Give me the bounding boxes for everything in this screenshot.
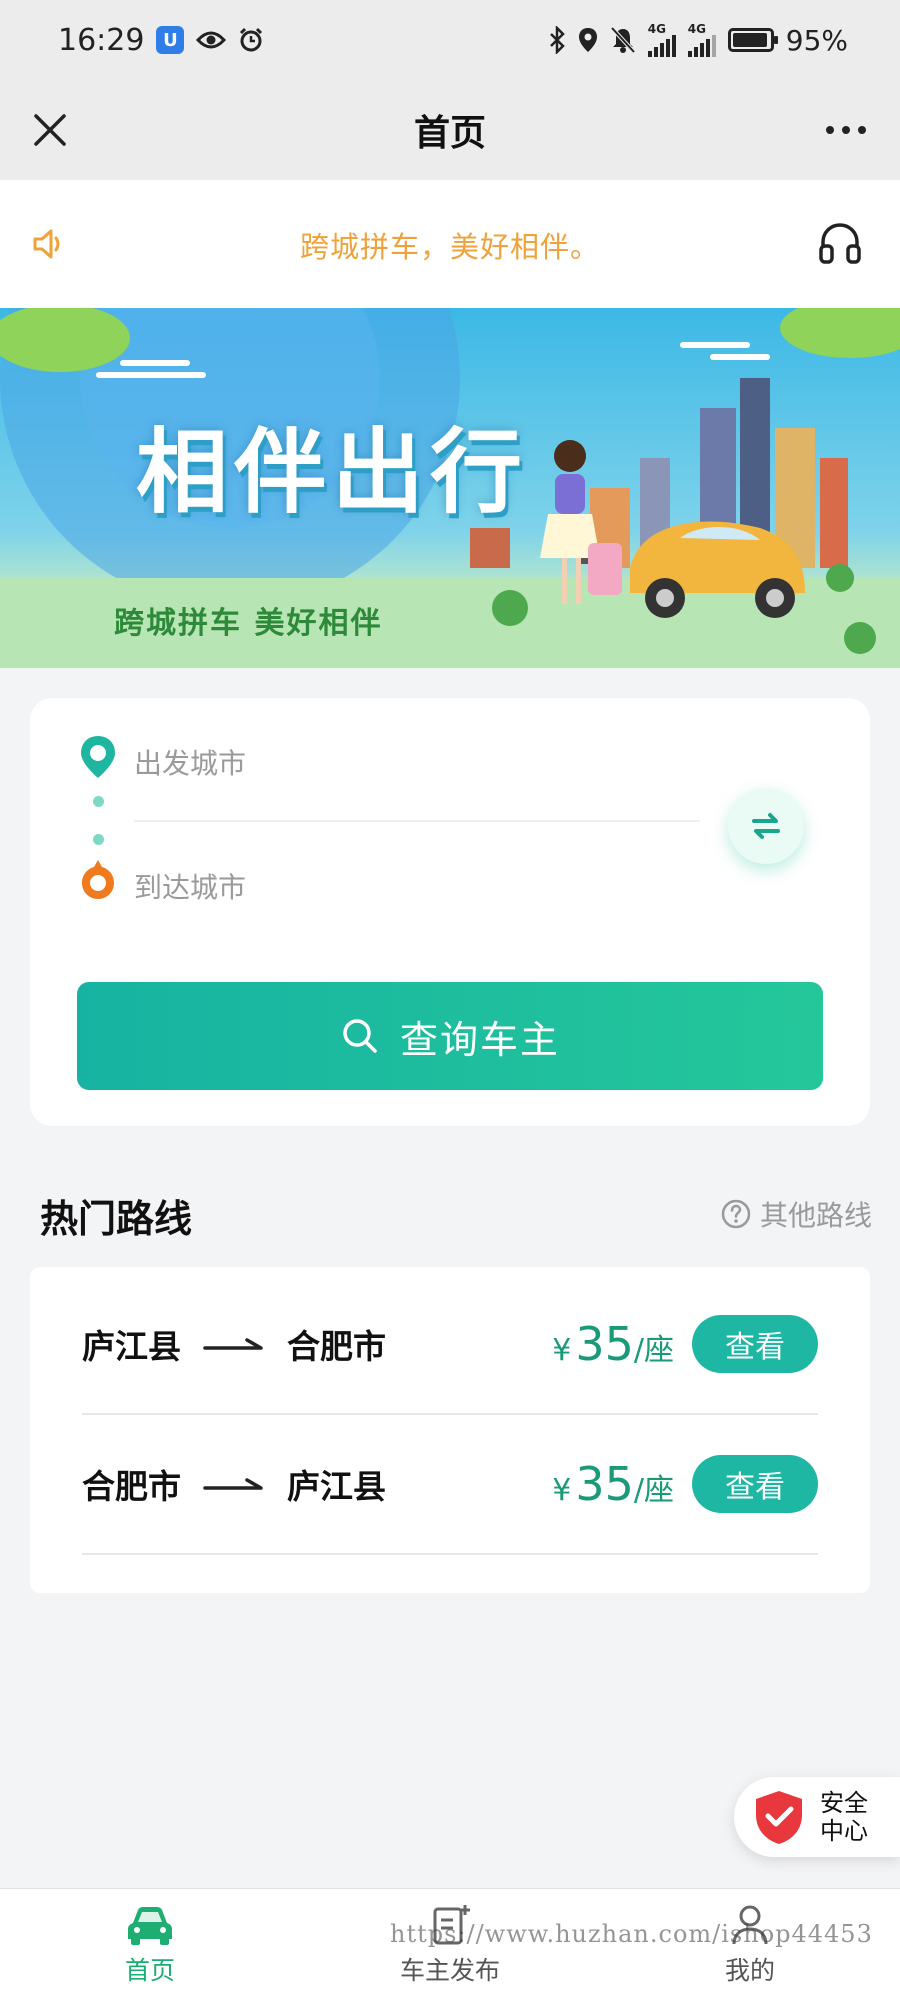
query-drivers-button[interactable]: 查询车主 xyxy=(77,982,823,1090)
route-row: 合肥市 庐江县 ¥ 35 /座 查看 xyxy=(82,1415,818,1555)
tab-mine-label: 我的 xyxy=(724,1955,775,1985)
search-icon xyxy=(343,1019,377,1053)
departure-pin-icon xyxy=(78,734,118,780)
notice-text: 跨城拼车，美好相伴。 xyxy=(299,230,600,264)
route-arrow-icon xyxy=(203,1478,263,1490)
price-currency: ¥ xyxy=(552,1473,572,1508)
signal-2-icon: 4G xyxy=(687,22,716,57)
network-type-1: 4G xyxy=(647,22,666,36)
more-dot-icon xyxy=(842,126,850,134)
bluetooth-icon xyxy=(548,26,566,54)
more-dot-icon xyxy=(826,126,834,134)
price-currency: ¥ xyxy=(552,1333,572,1368)
other-routes-link[interactable]: 其他路线 xyxy=(720,1194,872,1234)
promo-banner[interactable]: 相伴出行 跨城拼车 美好相伴 xyxy=(0,308,900,668)
tab-driver-publish-label: 车主发布 xyxy=(399,1955,500,1985)
customer-service-button[interactable] xyxy=(816,220,864,268)
swap-cities-button[interactable] xyxy=(728,788,804,864)
destination-city-input[interactable]: 到达城市 xyxy=(134,866,246,906)
car-icon xyxy=(128,1906,172,1945)
status-right: 4G 4G 95% xyxy=(548,23,848,57)
page-title: 首页 xyxy=(413,113,486,154)
route-from: 庐江县 xyxy=(82,1327,181,1366)
hot-routes-title: 热门路线 xyxy=(40,1197,193,1241)
destination-pin-icon xyxy=(78,858,118,904)
route-from: 合肥市 xyxy=(82,1467,181,1506)
route-price: ¥ 35 /座 xyxy=(552,1317,674,1371)
route-dot xyxy=(93,796,104,807)
route-dot xyxy=(93,834,104,845)
eye-icon xyxy=(196,30,227,50)
price-value: 35 xyxy=(575,1317,634,1371)
safety-center-label: 安全中心 xyxy=(820,1789,868,1845)
shield-icon xyxy=(756,1791,802,1844)
battery-icon xyxy=(727,28,778,52)
route-row: 庐江县 合肥市 ¥ 35 /座 查看 xyxy=(82,1275,818,1415)
battery-fill xyxy=(732,33,767,47)
app-notification-icon: U xyxy=(156,26,185,54)
more-dot-icon xyxy=(858,126,866,134)
search-card: 出发城市 到达城市 查询车主 xyxy=(30,698,870,1126)
tab-home-label: 首页 xyxy=(124,1955,175,1985)
banner-subtitle: 跨城拼车 美好相伴 xyxy=(114,606,383,641)
query-button-label: 查询车主 xyxy=(399,1017,560,1062)
watermark: https://www.huzhan.com/ishop44453 xyxy=(390,1920,873,1948)
route-to: 庐江县 xyxy=(287,1467,386,1506)
route-to: 合肥市 xyxy=(287,1327,386,1366)
title-bar: 首页 xyxy=(0,80,900,180)
safety-center-button[interactable]: 安全中心 xyxy=(734,1777,900,1857)
network-type-2: 4G xyxy=(687,22,706,36)
tab-home[interactable]: 首页 xyxy=(0,1889,300,2000)
alarm-icon xyxy=(238,27,264,53)
close-icon xyxy=(34,114,66,146)
departure-city-input[interactable]: 出发城市 xyxy=(134,742,246,782)
status-left: 16:29 U xyxy=(58,23,264,58)
mute-bell-icon xyxy=(610,26,636,54)
other-routes-label: 其他路线 xyxy=(759,1199,872,1232)
banner-title: 相伴出行 xyxy=(136,419,529,526)
price-value: 35 xyxy=(575,1457,634,1511)
price-unit: /座 xyxy=(633,1473,674,1508)
more-menu-button[interactable] xyxy=(818,110,874,150)
city-divider xyxy=(134,820,700,822)
route-price: ¥ 35 /座 xyxy=(552,1457,674,1511)
notice-bar: 跨城拼车，美好相伴。 xyxy=(0,180,900,308)
routes-card: 庐江县 合肥市 ¥ 35 /座 查看 合肥市 庐江县 ¥ 35 /座 查看 xyxy=(30,1267,870,1593)
battery-text: 95% xyxy=(785,23,848,57)
price-unit: /座 xyxy=(633,1333,674,1368)
close-button[interactable] xyxy=(26,106,74,154)
swap-icon xyxy=(752,813,780,839)
view-route-button[interactable]: 查看 xyxy=(692,1455,818,1513)
signal-1-icon: 4G xyxy=(647,22,676,57)
headset-icon xyxy=(819,223,861,264)
status-bar: 16:29 U 4G 4G 95% xyxy=(0,0,900,80)
status-time: 16:29 xyxy=(58,22,145,58)
location-icon xyxy=(578,26,598,54)
view-route-button[interactable]: 查看 xyxy=(692,1315,818,1373)
question-icon xyxy=(721,1199,751,1229)
route-arrow-icon xyxy=(203,1338,263,1350)
